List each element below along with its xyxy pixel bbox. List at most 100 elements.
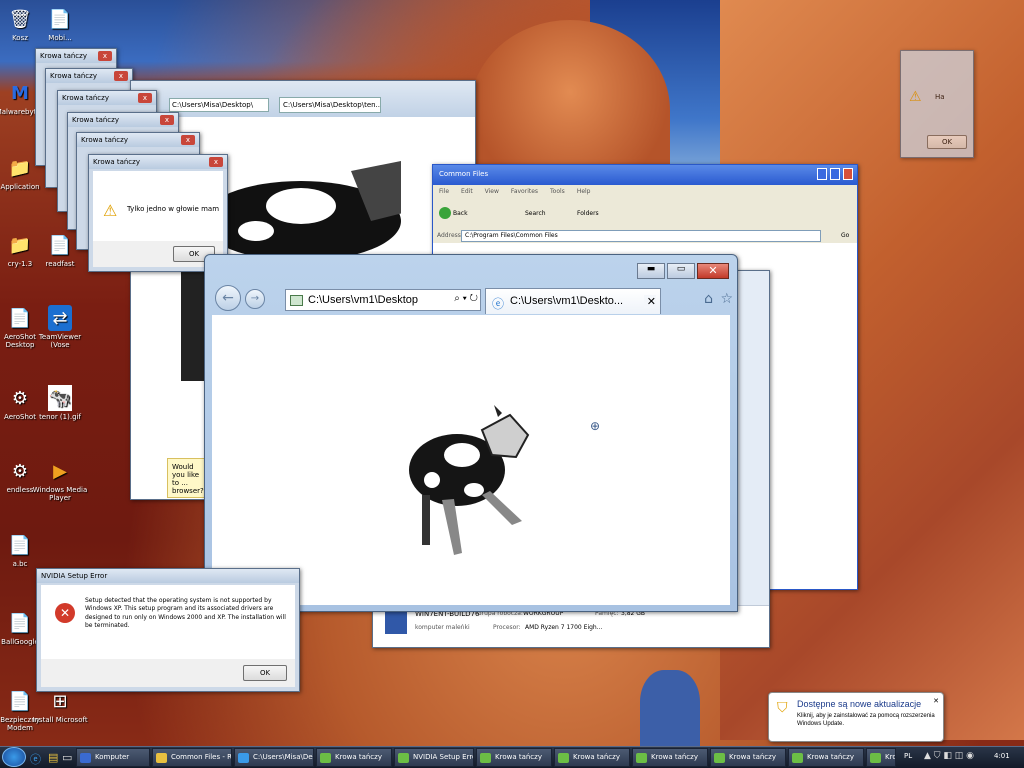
desktop-icon-mobi[interactable]: 📄 Mobi... xyxy=(30,6,90,43)
address-field[interactable]: C:\Program Files\Common Files xyxy=(461,230,821,242)
maximize-icon[interactable] xyxy=(830,168,840,180)
close-icon[interactable]: ✕ xyxy=(697,263,729,279)
computer-type: komputer maleńki xyxy=(415,624,470,631)
clock[interactable]: 4:01 xyxy=(994,752,1010,760)
taskbar-item-common-files[interactable]: Common Files - Re... xyxy=(152,748,232,767)
tab-title: C:\Users\vm1\Deskto... xyxy=(510,295,624,307)
start-button[interactable] xyxy=(2,747,26,767)
desktop-icon-abc[interactable]: 📄 a.bc xyxy=(0,532,50,569)
home-icon[interactable]: ⌂ xyxy=(704,291,713,307)
app-icon xyxy=(480,753,491,763)
back-button[interactable]: Back xyxy=(453,210,468,217)
ok-button[interactable]: OK xyxy=(243,665,287,681)
dialog-right[interactable]: ⚠ Ha OK xyxy=(900,50,974,158)
desktop-icon-install-microsoft[interactable]: ⊞ Install Microsoft xyxy=(30,688,90,725)
dialog-body: ✕ Setup detected that the operating syst… xyxy=(41,585,295,687)
app-icon xyxy=(714,753,725,763)
computer-icon xyxy=(385,612,407,634)
menu-help[interactable]: Help xyxy=(577,188,591,196)
menu-favorites[interactable]: Favorites xyxy=(511,188,538,196)
close-icon[interactable]: x xyxy=(98,51,112,61)
taskbar-item-krowa[interactable]: Krowa tańczy xyxy=(554,748,630,767)
taskbar-item-label: Krowa tańczy xyxy=(651,753,698,761)
explorer-address-row: Address C:\Program Files\Common Files Go xyxy=(433,229,857,243)
folders-button[interactable]: Folders xyxy=(577,210,599,217)
app-icon xyxy=(792,753,803,763)
window-title: Common Files xyxy=(439,170,489,178)
update-notification[interactable]: ⛉ Dostępne są nowe aktualizacje ✕ Klikni… xyxy=(768,692,944,742)
search-button[interactable]: Search xyxy=(525,210,546,217)
dialog-footer: OK xyxy=(41,659,295,687)
ie-icon[interactable]: ⓔ xyxy=(30,751,41,767)
processor-label: Procesor: xyxy=(493,624,521,631)
dialog-title: Krowa tańczy xyxy=(62,94,109,102)
show-desktop-icon[interactable]: ▭ xyxy=(62,751,72,764)
address-bar[interactable]: C:\Users\Misa\Desktop\ xyxy=(169,98,269,112)
back-arrow-icon[interactable] xyxy=(439,207,451,219)
taskbar-item-krowa[interactable]: Krowa tańczy xyxy=(476,748,552,767)
desktop-icon-label: BallGoogle xyxy=(1,638,39,646)
minimize-icon[interactable]: ▬ xyxy=(637,263,665,279)
dialog-titlebar: Krowa tańczy x xyxy=(77,133,199,147)
language-indicator[interactable]: PL xyxy=(904,752,912,760)
gear-icon: ⚙ xyxy=(11,460,29,482)
dialog-titlebar: Krowa tańczy x xyxy=(36,49,116,63)
maximize-icon[interactable]: ▭ xyxy=(667,263,695,279)
close-icon[interactable]: x xyxy=(138,93,152,103)
menu-file[interactable]: File xyxy=(439,188,449,196)
app-icon xyxy=(320,753,331,763)
minimize-icon[interactable] xyxy=(817,168,827,180)
setup-error-dialog[interactable]: NVIDIA Setup Error ✕ Setup detected that… xyxy=(36,568,300,692)
taskbar-item-nvidia[interactable]: NVIDIA Setup Error xyxy=(394,748,474,767)
close-icon[interactable] xyxy=(843,168,853,180)
warning-icon: ⚠ xyxy=(103,201,118,220)
menu-edit[interactable]: Edit xyxy=(461,188,473,196)
tray-icons[interactable]: ▲ ⛉ ◧ ◫ ◉ xyxy=(924,751,974,761)
recycle-bin-icon: 🗑 xyxy=(8,8,32,30)
taskbar-item-label: NVIDIA Setup Error xyxy=(413,753,474,761)
window-controls: ▬ ▭ ✕ xyxy=(637,263,729,279)
menu-view[interactable]: View xyxy=(485,188,499,196)
infobar[interactable]: Would you like to ... browser? xyxy=(167,458,207,498)
gear-icon: ⚙ xyxy=(11,387,29,409)
taskbar-item-krowa[interactable]: Krowa tańczy xyxy=(788,748,864,767)
browser-tab[interactable]: C:\Users\Misa\Desktop\ten... xyxy=(279,97,381,113)
folder-icon[interactable]: ▤ xyxy=(48,751,58,764)
taskbar-item-label: Krowa tańczy xyxy=(495,753,542,761)
menu-tools[interactable]: Tools xyxy=(550,188,565,196)
taskbar-item-krowa[interactable]: Krowa tańczy xyxy=(866,748,896,767)
desktop-icon-teamviewer[interactable]: ⇄ TeamViewer (Vose xyxy=(30,305,90,349)
taskbar-item-krowa[interactable]: Krowa tańczy xyxy=(632,748,708,767)
wallpaper-sky-bottom xyxy=(640,670,700,750)
back-arrow-icon[interactable]: ← xyxy=(215,285,241,311)
taskbar-item-label: Krowa tańczy xyxy=(335,753,382,761)
dialog-title: Krowa tańczy xyxy=(81,136,128,144)
browser-window-main[interactable]: ▬ ▭ ✕ ← → C:\Users\vm1\Desktop ⌕ ▾ ↻ ⓔ C… xyxy=(204,254,738,612)
zoom-cursor-icon: ⊕ xyxy=(590,419,601,433)
close-icon[interactable]: ✕ xyxy=(933,697,939,705)
browser-tab[interactable]: ⓔ C:\Users\vm1\Deskto... ✕ xyxy=(485,288,661,314)
close-icon[interactable]: x xyxy=(160,115,174,125)
search-refresh-icons[interactable]: ⌕ ▾ ↻ xyxy=(450,293,478,304)
desktop-icon-label: a.bc xyxy=(12,560,28,568)
taskbar-item-browser[interactable]: C:\Users\Misa\Deskt... xyxy=(234,748,314,767)
tab-close-icon[interactable]: ✕ xyxy=(643,295,656,308)
app-icon xyxy=(636,753,647,763)
dialog-titlebar: NVIDIA Setup Error xyxy=(37,569,299,583)
close-icon[interactable]: x xyxy=(114,71,128,81)
dialog-title: Krowa tańczy xyxy=(72,116,119,124)
desktop-icon-tenor-gif[interactable]: 🐄 tenor (1).gif xyxy=(30,385,90,421)
taskbar-item-krowa[interactable]: Krowa tańczy xyxy=(710,748,786,767)
ok-button[interactable]: OK xyxy=(927,135,967,149)
forward-arrow-icon[interactable]: → xyxy=(245,289,265,309)
desktop-icon-media-player[interactable]: ▶ Windows Media Player xyxy=(30,458,90,503)
shield-icon: ⛉ xyxy=(777,699,788,715)
close-icon[interactable]: x xyxy=(209,157,223,167)
address-bar[interactable]: C:\Users\vm1\Desktop ⌕ ▾ ↻ xyxy=(285,289,481,311)
close-icon[interactable]: x xyxy=(181,135,195,145)
go-button[interactable]: Go xyxy=(841,232,849,239)
taskbar-item-komputer[interactable]: Komputer xyxy=(76,748,150,767)
taskbar-item-krowa[interactable]: Krowa tańczy xyxy=(316,748,392,767)
favorites-star-icon[interactable]: ☆ xyxy=(720,291,733,307)
menu-bar: File Edit View Favorites Tools Help xyxy=(433,185,857,199)
